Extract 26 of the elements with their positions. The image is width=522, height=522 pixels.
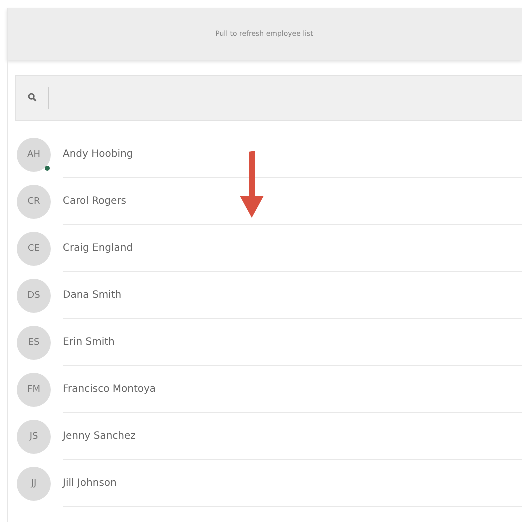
employee-row[interactable]: Francisco Montoya [63,366,522,413]
avatar-initials: DS [28,290,40,300]
avatar-initials: FM [28,384,40,394]
employee-row[interactable]: Jill Johnson [63,460,522,507]
employee-name: Francisco Montoya [63,384,156,394]
employee-name: Jenny Sanchez [63,430,136,442]
employee-row[interactable]: Erin Smith [63,319,522,366]
employee-name: Erin Smith [63,336,115,348]
avatar-initials: AH [28,150,40,160]
employee-name: Jill Johnson [63,478,117,488]
employee-name: Andy Hoobing [63,148,134,160]
employee-name: Dana Smith [63,290,122,300]
employee-row[interactable]: Jenny Sanchez [63,413,522,460]
search-field[interactable] [15,75,522,121]
employee-name: Carol Rogers [63,196,127,206]
employee-row[interactable]: Dana Smith [63,272,522,319]
avatar-initials: ES [28,338,40,348]
down-arrow-icon [238,150,266,220]
status-dot [45,166,50,170]
avatar-initials: CR [28,196,40,206]
employee-name: Craig England [63,242,134,254]
avatar-initials: CE [28,244,40,254]
search-icon [28,93,37,102]
employee-row[interactable]: Craig England [63,225,522,272]
avatar-initials: JJ [31,478,37,488]
avatar-initials: JS [30,432,38,442]
